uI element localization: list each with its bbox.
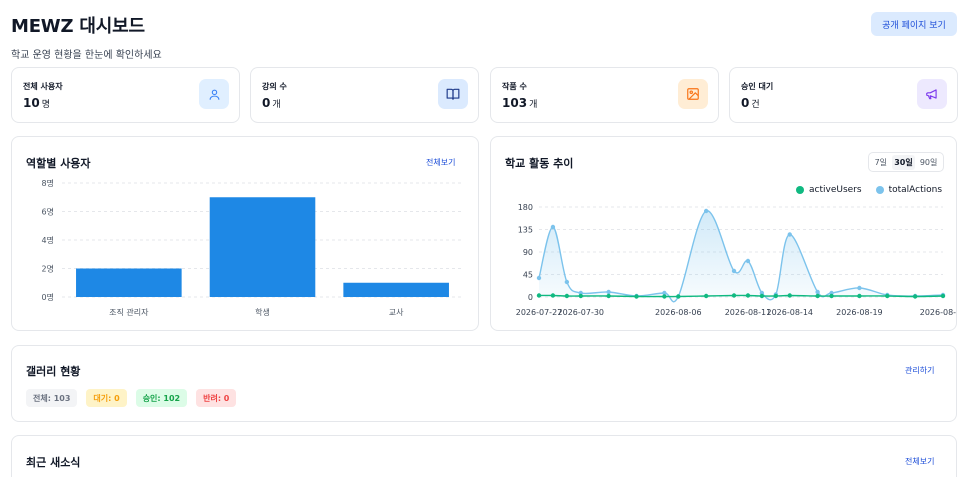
activity-line-chart: 0 45 90 135 180 2026-07-272026-07-30 2026-08-0… — [516, 203, 956, 317]
stat-number: 103 — [502, 96, 528, 110]
status-badge: 승인: 102 — [135, 389, 188, 407]
x-tick-label: 2026-08-14 — [767, 308, 814, 317]
x-tick-label: 2026-07-27 — [516, 308, 563, 317]
active-users-point — [885, 293, 890, 299]
active-users-point — [773, 293, 779, 299]
news-view-all-link[interactable]: 전체보기 — [905, 456, 934, 467]
total-actions-point — [606, 289, 611, 295]
stat-label: 작품 수 — [502, 82, 527, 91]
bar — [209, 197, 316, 297]
x-tick-label: 2026-08-11 — [725, 308, 772, 317]
y-tick-label: 90 — [523, 248, 533, 257]
stat-card: 승인 대기 0 건 — [729, 67, 958, 123]
stat-number: 0 — [741, 96, 750, 110]
total-actions-point — [536, 275, 542, 281]
total-actions-point — [703, 208, 709, 214]
bar — [76, 268, 182, 297]
page-header: MEWZ 대시보드 학교 운영 현황을 한눈에 확인하세요 — [11, 12, 162, 61]
x-tick-label: 2026-07-30 — [558, 308, 605, 317]
active-users-point — [564, 293, 570, 299]
total-actions-point — [731, 268, 737, 274]
x-tick-label: 조직 관리자 — [109, 307, 149, 317]
x-tick-label: 학생 — [255, 307, 270, 317]
gallery-panel-title: 갤러리 현황 — [26, 365, 81, 378]
x-tick-label: 교사 — [389, 308, 404, 317]
y-tick-label: 8명 — [42, 178, 54, 188]
stat-unit: 건 — [751, 100, 760, 110]
status-badge: 대기: 0 — [86, 389, 127, 407]
active-users-point — [606, 293, 611, 299]
stat-label: 승인 대기 — [741, 82, 774, 91]
active-users-point — [912, 294, 918, 299]
total-actions-area — [539, 210, 943, 302]
y-tick-label: 180 — [518, 203, 533, 212]
active-users-point — [759, 293, 765, 299]
stat-unit: 개 — [529, 100, 538, 110]
bar — [343, 282, 449, 297]
book-icon — [438, 79, 468, 109]
active-users-point — [857, 293, 862, 299]
roles-panel: 역할별 사용자 전체보기 0명 2명 4명 6명 8명 조직 관리자 학생 교사 — [11, 136, 479, 331]
stat-unit: 명 — [41, 100, 50, 110]
stat-value: 10 명 — [23, 96, 50, 110]
active-users-point — [731, 293, 737, 298]
stat-number: 0 — [262, 96, 271, 110]
stat-unit: 개 — [272, 100, 281, 110]
stat-value: 103 개 — [502, 96, 537, 110]
stat-card: 전체 사용자 10 명 — [11, 67, 240, 123]
active-users-point — [787, 293, 792, 298]
megaphone-icon — [917, 79, 947, 109]
y-tick-label: 4명 — [42, 235, 54, 245]
y-tick-label: 45 — [523, 271, 533, 280]
x-tick-label: 2026-08-25 — [920, 308, 956, 317]
page-title: MEWZ 대시보드 — [11, 16, 145, 37]
total-actions-point — [815, 289, 820, 295]
active-users-point — [940, 293, 946, 299]
x-tick-label: 2026-08-06 — [655, 308, 702, 317]
x-tick-label: 2026-08-19 — [836, 308, 883, 317]
stat-card: 작품 수 103 개 — [490, 67, 719, 123]
image-icon — [678, 79, 708, 109]
stat-card: 강의 수 0개 — [250, 67, 479, 123]
stat-number: 10 — [23, 96, 40, 110]
gallery-badges: 전체: 103 대기: 0 승인: 102 반려: 0 — [26, 389, 237, 407]
total-actions-point — [564, 279, 570, 285]
active-users-point — [815, 293, 820, 299]
active-users-point — [662, 294, 667, 299]
stat-value: 0건 — [741, 96, 760, 110]
y-tick-label: 0명 — [42, 292, 54, 302]
y-tick-label: 2명 — [42, 264, 54, 274]
total-actions-point — [787, 232, 792, 237]
total-actions-point — [745, 258, 751, 264]
news-panel: 최근 새소식 전체보기 — [11, 435, 957, 477]
public-page-button[interactable]: 공개 페이지 보기 — [871, 12, 957, 36]
activity-panel: 학교 활동 추이 7일 30일 90일 activeUsers totalActio… — [490, 136, 957, 331]
active-users-point — [578, 293, 583, 299]
total-actions-point — [550, 224, 556, 230]
roles-bar-chart: 0명 2명 4명 6명 8명조직 관리자 학생 교사 — [42, 178, 463, 317]
gallery-manage-link[interactable]: 관리하기 — [905, 365, 934, 376]
stat-label: 강의 수 — [262, 82, 287, 91]
active-users-point — [745, 293, 751, 298]
active-users-point — [829, 293, 834, 299]
active-users-point — [550, 293, 556, 298]
status-badge: 전체: 103 — [26, 389, 78, 407]
y-tick-label: 135 — [518, 226, 533, 235]
active-users-point — [634, 294, 639, 299]
stat-label: 전체 사용자 — [23, 82, 63, 91]
y-tick-label: 0 — [528, 293, 533, 302]
page-subtitle: 학교 운영 현황을 한눈에 확인하세요 — [11, 50, 162, 61]
gallery-panel: 갤러리 현황 관리하기 전체: 103 대기: 0 승인: 102 반려: 0 — [11, 345, 957, 422]
status-badge: 반려: 0 — [196, 389, 237, 407]
active-users-point — [536, 293, 542, 298]
total-actions-point — [857, 285, 862, 291]
active-users-point — [703, 293, 709, 299]
stat-value: 0개 — [262, 96, 281, 110]
active-users-point — [676, 294, 681, 299]
user-icon — [199, 79, 229, 109]
news-panel-title: 최근 새소식 — [26, 456, 81, 469]
y-tick-label: 6명 — [42, 207, 54, 217]
